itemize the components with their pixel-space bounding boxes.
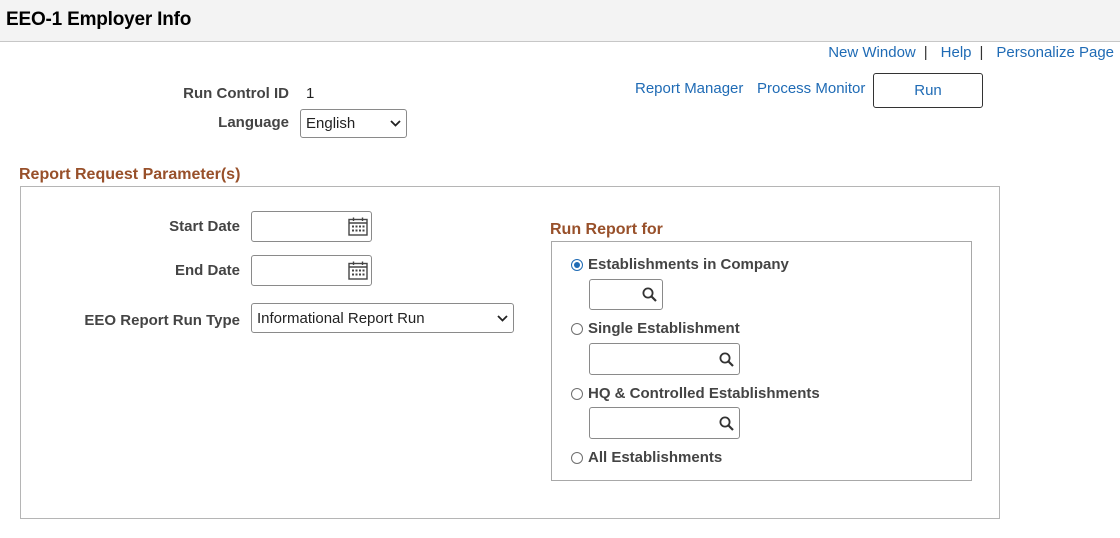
calendar-icon[interactable]	[345, 256, 371, 285]
personalize-page-link[interactable]: Personalize Page	[996, 44, 1114, 61]
radio-label: Establishments in Company	[588, 256, 789, 273]
radio-label: Single Establishment	[588, 320, 740, 337]
start-date-input[interactable]	[251, 211, 372, 242]
run-type-selected-value: Informational Report Run	[257, 309, 425, 327]
chevron-down-icon	[384, 120, 406, 127]
run-report-for-title: Run Report for	[550, 221, 663, 238]
start-date-label: Start Date	[169, 218, 240, 235]
language-select[interactable]: English	[300, 109, 407, 138]
process-monitor-link[interactable]: Process Monitor	[757, 80, 865, 97]
help-link[interactable]: Help	[941, 44, 972, 61]
chevron-down-icon	[491, 314, 513, 322]
separator: |	[923, 44, 928, 61]
radio-establishments-in-company[interactable]: Establishments in Company	[571, 256, 789, 273]
page-title: EEO-1 Employer Info	[6, 9, 192, 30]
calendar-icon[interactable]	[345, 212, 371, 241]
run-button[interactable]: Run	[873, 73, 983, 108]
radio-button[interactable]	[571, 322, 583, 335]
radio-hq-controlled-establishments[interactable]: HQ & Controlled Establishments	[571, 385, 820, 402]
search-icon[interactable]	[636, 280, 662, 309]
run-control-id-label: Run Control ID	[183, 85, 289, 102]
end-date-label: End Date	[174, 262, 240, 279]
top-links: New Window | Help | Personalize Page	[828, 44, 1114, 61]
search-icon[interactable]	[713, 344, 739, 374]
radio-button-selected[interactable]	[571, 258, 583, 271]
separator: |	[979, 44, 984, 61]
new-window-link[interactable]: New Window	[828, 44, 916, 61]
radio-label: All Establishments	[588, 449, 723, 466]
radio-button[interactable]	[571, 451, 583, 464]
radio-single-establishment[interactable]: Single Establishment	[571, 320, 740, 337]
establishment-lookup-input[interactable]	[589, 343, 740, 375]
company-lookup-input[interactable]	[589, 279, 663, 310]
hq-establishment-lookup-input[interactable]	[589, 407, 740, 439]
language-label: Language	[218, 114, 289, 131]
search-icon[interactable]	[713, 408, 739, 438]
report-parameters-title: Report Request Parameter(s)	[19, 166, 241, 183]
radio-label: HQ & Controlled Establishments	[588, 385, 820, 402]
end-date-input[interactable]	[251, 255, 372, 286]
radio-button[interactable]	[571, 387, 583, 400]
run-control-id-value: 1	[306, 85, 315, 102]
eeo-report-run-type-select[interactable]: Informational Report Run	[251, 303, 514, 333]
report-manager-link[interactable]: Report Manager	[635, 80, 743, 97]
eeo-report-run-type-label: EEO Report Run Type	[84, 312, 240, 329]
language-selected-value: English	[306, 115, 356, 132]
radio-all-establishments[interactable]: All Establishments	[571, 449, 722, 466]
